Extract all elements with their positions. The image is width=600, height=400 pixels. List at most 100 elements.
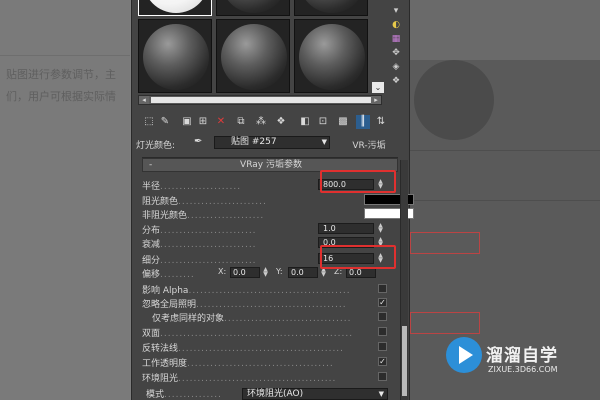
material-slot[interactable] bbox=[294, 19, 368, 93]
env-occlusion-checkbox[interactable] bbox=[378, 372, 387, 381]
watermark-url: ZIXUE.3D66.COM bbox=[488, 365, 558, 374]
checker-icon[interactable]: ▩ bbox=[336, 115, 350, 129]
material-sphere bbox=[299, 24, 365, 90]
double-sided-label: 双面 bbox=[142, 329, 161, 339]
background-icon[interactable]: ▦ bbox=[390, 34, 402, 44]
mode-dropdown[interactable]: 环境阻光(AO) ▼ bbox=[242, 388, 388, 400]
material-slot[interactable] bbox=[138, 0, 212, 16]
slot-horizontal-scrollbar[interactable]: ◂ ▸ bbox=[138, 95, 382, 105]
affect-alpha-row: 影响 Alpha................................… bbox=[142, 282, 398, 296]
ignore-gi-row: 忽略全局照明..................................… bbox=[142, 298, 387, 310]
get-material-icon[interactable]: ⬚ bbox=[142, 115, 156, 129]
material-sphere bbox=[143, 0, 209, 13]
background-text-line: 贴图进行参数调节，主 bbox=[6, 68, 116, 81]
subdivs-highlight-box bbox=[320, 245, 396, 269]
put-to-scene-icon[interactable]: ✎ bbox=[158, 115, 172, 129]
rollout-vertical-scrollbar[interactable] bbox=[400, 160, 408, 400]
distribution-label: 分布 bbox=[142, 226, 161, 236]
eyedropper-icon[interactable]: ✒ bbox=[194, 136, 206, 148]
work-transparency-row: 工作透明度...................................… bbox=[142, 357, 387, 369]
scroll-right-icon[interactable]: ▸ bbox=[371, 96, 381, 104]
affect-alpha-checkbox[interactable] bbox=[378, 284, 387, 293]
show-in-viewport-icon[interactable]: ❖ bbox=[274, 115, 288, 129]
double-sided-row: 双面......................................… bbox=[142, 325, 398, 339]
backlight-icon[interactable]: ◐ bbox=[390, 20, 402, 30]
make-unique-icon[interactable]: ⧉ bbox=[234, 115, 248, 129]
vray-dirt-rollout: - VRay 污垢参数 半径..................... 800.… bbox=[142, 157, 414, 400]
same-object-label: 仅考虑同样的对象 bbox=[152, 314, 225, 324]
put-to-library-icon[interactable]: ⊞ bbox=[196, 115, 210, 129]
ghost-highlight-box bbox=[410, 232, 480, 254]
reset-map-icon[interactable]: ✕ bbox=[214, 115, 228, 129]
invert-normal-checkbox[interactable] bbox=[378, 342, 387, 351]
env-occlusion-row: 环境阻光....................................… bbox=[142, 370, 398, 384]
light-color-label: 灯光颜色: bbox=[136, 141, 176, 151]
bias-x-label: X: bbox=[218, 267, 227, 276]
background-divider bbox=[0, 55, 130, 56]
distribution-input[interactable]: 1.0 bbox=[318, 223, 374, 234]
occluded-color-row: 阻光颜色....................... bbox=[142, 193, 414, 207]
go-to-parent-icon[interactable]: ║ bbox=[356, 115, 370, 129]
same-object-checkbox[interactable] bbox=[378, 312, 387, 321]
material-toolbar: ⬚ ✎ ▣ ⊞ ✕ ⧉ ⁂ ❖ ◧ ⊡ ▩ ║ ⇅ bbox=[138, 113, 406, 133]
chevron-down-icon[interactable]: ⌄ bbox=[372, 82, 384, 93]
falloff-label: 衰减 bbox=[142, 240, 161, 250]
bias-x-input[interactable]: 0.0 bbox=[230, 267, 260, 278]
work-transparency-label: 工作透明度 bbox=[142, 359, 188, 369]
same-object-row: 仅考虑同样的对象................................… bbox=[142, 310, 398, 324]
invert-normal-row: 反转法线....................................… bbox=[142, 340, 398, 354]
env-occlusion-label: 环境阻光 bbox=[142, 374, 179, 384]
bias-y-label: Y: bbox=[276, 267, 283, 276]
chevron-down-icon[interactable]: ▼ bbox=[322, 137, 327, 148]
unoccluded-color-label: 非阻光颜色 bbox=[142, 211, 188, 221]
bias-y-input[interactable]: 0.0 bbox=[288, 267, 318, 278]
background-text-line: 们，用户可根据实际情 bbox=[6, 90, 116, 103]
show-end-result-icon[interactable]: ⊡ bbox=[316, 115, 330, 129]
chevron-down-icon[interactable]: ▼ bbox=[379, 389, 384, 399]
material-slot[interactable] bbox=[138, 19, 212, 93]
distribution-spinner[interactable]: ▲ ▼ bbox=[376, 223, 385, 234]
bias-label: 偏移 bbox=[142, 270, 161, 280]
play-logo-icon bbox=[446, 337, 482, 373]
go-forward-icon[interactable]: ⇅ bbox=[374, 115, 388, 129]
scroll-left-icon[interactable]: ◂ bbox=[139, 96, 149, 104]
work-transparency-checkbox[interactable]: ✓ bbox=[378, 357, 387, 366]
material-slot[interactable] bbox=[294, 0, 368, 16]
watermark-title: 溜溜自学 bbox=[486, 346, 558, 366]
assign-to-selection-icon[interactable]: ▣ bbox=[180, 115, 194, 129]
ignore-gi-checkbox[interactable]: ✓ bbox=[378, 298, 387, 307]
site-watermark: 溜溜自学 ZIXUE.3D66.COM bbox=[446, 335, 570, 385]
ignore-gi-label: 忽略全局照明 bbox=[142, 300, 197, 310]
bias-x-spinner[interactable]: ▲ ▼ bbox=[261, 267, 270, 278]
ghost-divider bbox=[410, 200, 600, 201]
material-editor-window: ▾ ◐ ▦ ✥ ◈ ❖ ⌄ ◂ ▸ ⬚ ✎ ▣ ⊞ ✕ ⧉ ⁂ ❖ ◧ ⊡ ▩ … bbox=[131, 0, 414, 400]
affect-alpha-label: 影响 Alpha bbox=[142, 286, 189, 296]
radius-label: 半径 bbox=[142, 182, 161, 192]
material-slot[interactable] bbox=[216, 0, 290, 16]
radius-highlight-box bbox=[320, 170, 396, 193]
material-id-icon[interactable]: ⁂ bbox=[254, 115, 268, 129]
material-sphere bbox=[299, 0, 365, 13]
ghost-highlight-box bbox=[410, 312, 480, 334]
ghost-divider bbox=[410, 150, 600, 151]
video-check-icon[interactable]: ◈ bbox=[390, 62, 402, 72]
side-toolbar: ▾ ◐ ▦ ✥ ◈ ❖ bbox=[384, 0, 410, 95]
scroll-thumb[interactable] bbox=[402, 326, 407, 396]
map-type-button[interactable]: VR-污垢 bbox=[334, 138, 404, 151]
map-name-field[interactable]: 贴图 #257 ▼ bbox=[214, 136, 330, 149]
scroll-thumb[interactable] bbox=[151, 97, 371, 103]
material-slot[interactable] bbox=[216, 19, 290, 93]
distribution-row: 分布......................... 1.0 ▲ ▼ bbox=[142, 222, 398, 237]
map-name-value: 贴图 #257 bbox=[231, 137, 277, 147]
ghost-toolbar bbox=[410, 0, 600, 60]
make-preview-icon[interactable]: ❖ bbox=[390, 76, 402, 86]
unoccluded-color-row: 非阻光颜色.................... bbox=[142, 207, 414, 221]
sample-type-icon[interactable]: ▾ bbox=[390, 6, 402, 16]
uv-tiling-icon[interactable]: ✥ bbox=[390, 48, 402, 58]
background-page: 贴图进行参数调节，主 们，用户可根据实际情 bbox=[0, 0, 130, 400]
mode-value: 环境阻光(AO) bbox=[247, 389, 304, 399]
show-shaded-icon[interactable]: ◧ bbox=[298, 115, 312, 129]
mode-label: 模式 bbox=[146, 390, 165, 400]
ghost-sphere bbox=[414, 60, 494, 140]
double-sided-checkbox[interactable] bbox=[378, 327, 387, 336]
